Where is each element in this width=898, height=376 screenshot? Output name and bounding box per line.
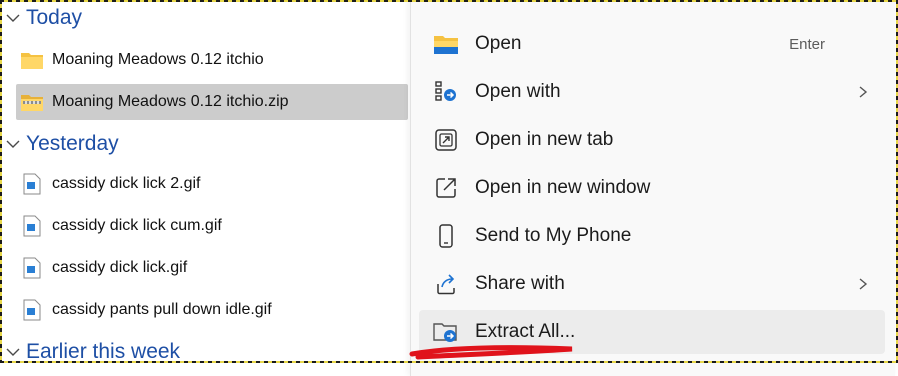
gif-file-icon: [20, 256, 44, 280]
chevron-right-icon: [859, 278, 868, 290]
gif-file-icon: [20, 172, 44, 196]
gif-file-icon: [20, 214, 44, 238]
file-row[interactable]: cassidy dick lick 2.gif: [16, 166, 408, 202]
menu-item-share-with[interactable]: Share with: [419, 262, 885, 306]
file-row-selected[interactable]: Moaning Meadows 0.12 itchio.zip: [16, 84, 408, 120]
folder-icon: [20, 48, 44, 72]
menu-item-shortcut: Enter: [789, 35, 825, 53]
menu-item-label: Share with: [475, 273, 565, 294]
file-row[interactable]: cassidy dick lick.gif: [16, 250, 408, 286]
file-row[interactable]: cassidy pants pull down idle.gif: [16, 292, 408, 328]
share-icon: [433, 271, 459, 297]
frame-border-top: [0, 0, 898, 2]
file-name: Moaning Meadows 0.12 itchio: [52, 51, 264, 68]
file-row[interactable]: cassidy dick lick cum.gif: [16, 208, 408, 244]
group-header-yesterday[interactable]: Yesterday: [4, 130, 119, 158]
menu-item-open-in-new-tab[interactable]: Open in new tab: [419, 118, 885, 162]
phone-icon: [433, 223, 459, 249]
menu-item-send-to-my-phone[interactable]: Send to My Phone: [419, 214, 885, 258]
file-name: cassidy dick lick.gif: [52, 259, 188, 276]
red-underline-annotation: [409, 345, 573, 360]
menu-item-open-in-new-window[interactable]: Open in new window: [419, 166, 885, 210]
zip-folder-icon: [20, 90, 44, 114]
menu-item-open-with[interactable]: Open with: [419, 70, 885, 114]
group-header-label: Yesterday: [26, 132, 119, 155]
chevron-right-icon: [859, 86, 868, 98]
new-window-icon: [433, 175, 459, 201]
file-name: cassidy dick lick cum.gif: [52, 217, 222, 234]
menu-item-label: Open: [475, 33, 522, 54]
chevron-down-icon: [6, 140, 20, 148]
folder-open-icon: [433, 31, 459, 57]
context-menu: Open Enter Open with Open in new tab Ope…: [410, 0, 895, 376]
menu-item-label: Open in new window: [475, 177, 651, 198]
group-header-label: Today: [26, 6, 83, 29]
menu-item-label: Send to My Phone: [475, 225, 632, 246]
file-row[interactable]: Moaning Meadows 0.12 itchio: [16, 42, 408, 78]
group-header-today[interactable]: Today: [4, 4, 82, 32]
gif-file-icon: [20, 298, 44, 322]
new-tab-icon: [433, 127, 459, 153]
menu-item-label: Open with: [475, 81, 561, 102]
file-name: Moaning Meadows 0.12 itchio.zip: [52, 93, 289, 110]
file-name: cassidy pants pull down idle.gif: [52, 301, 272, 318]
menu-item-open[interactable]: Open Enter: [419, 22, 885, 66]
frame-border-left: [0, 0, 2, 363]
chevron-down-icon: [6, 348, 20, 356]
chevron-down-icon: [6, 14, 20, 22]
open-with-icon: [433, 79, 459, 105]
menu-item-label: Open in new tab: [475, 129, 614, 150]
file-name: cassidy dick lick 2.gif: [52, 175, 201, 192]
